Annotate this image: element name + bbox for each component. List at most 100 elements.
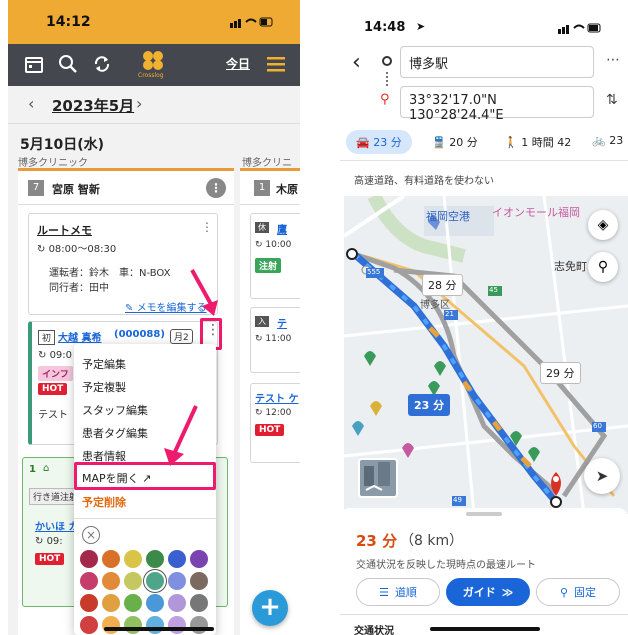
color-swatch[interactable] — [146, 572, 164, 590]
card-2-name[interactable]: テ — [277, 315, 287, 330]
color-swatch[interactable] — [124, 572, 142, 590]
memo-driver: 運転者：鈴木 車：N-BOX — [49, 268, 171, 279]
menu-item-edit-schedule[interactable]: 予定編集 — [82, 356, 126, 372]
layers-icon[interactable]: ◈ — [588, 210, 618, 240]
destination-pin-icon: ⚲ — [380, 92, 390, 107]
map-label-shime: 志免町 — [554, 260, 587, 273]
alt-route-bubble-1[interactable]: 28 分 — [422, 274, 463, 296]
memo-more-icon[interactable]: ⋮ — [201, 220, 213, 234]
pin-icon: ⚲ — [559, 585, 569, 599]
card-1-time-text: 10:00 — [265, 240, 292, 250]
color-swatch[interactable] — [168, 572, 186, 590]
mode-car[interactable]: 🚘 23 分 — [356, 134, 402, 150]
color-swatch[interactable] — [102, 572, 120, 590]
hamburger-menu-icon[interactable] — [264, 52, 288, 76]
guide-button[interactable]: ガイド ≫ — [446, 578, 530, 606]
refresh-icon[interactable] — [90, 52, 114, 76]
color-swatch[interactable] — [80, 550, 98, 568]
menu-item-delete[interactable]: 予定削除 — [82, 494, 126, 510]
card-2-time: ↻ 11:00 — [255, 334, 292, 344]
color-swatch[interactable] — [146, 594, 164, 612]
back-button[interactable]: ‹ — [352, 50, 361, 75]
calendar-icon[interactable] — [22, 52, 46, 76]
map-search-icon[interactable]: ⚲ — [588, 252, 618, 282]
color-swatch[interactable] — [168, 616, 186, 634]
swap-icon[interactable]: ⇅ — [606, 92, 618, 108]
alt-route-bubble-2[interactable]: 29 分 — [540, 362, 581, 384]
color-swatch[interactable] — [80, 572, 98, 590]
mode-bike[interactable]: 🚲 23 — [592, 134, 623, 147]
color-swatch[interactable] — [102, 550, 120, 568]
color-swatch[interactable] — [124, 616, 142, 634]
column-2-card-1[interactable]: 休 鷹 ↻ 10:00 注射 — [250, 213, 300, 299]
context-menu: 予定編集 予定複製 スタッフ編集 患者タグ編集 患者情報 MAPを開く ↗ 予定… — [74, 344, 216, 635]
map-label-airport: 福岡空港 — [426, 210, 470, 223]
color-swatch[interactable] — [146, 550, 164, 568]
menu-item-edit-tags[interactable]: 患者タグ編集 — [82, 425, 148, 441]
color-swatch[interactable] — [190, 616, 208, 634]
memo-companion: 同行者：田中 — [49, 283, 109, 294]
close-palette-icon[interactable]: × — [82, 526, 100, 544]
origin-input[interactable]: 博多駅 — [400, 46, 594, 78]
destination-input[interactable]: 33°32'17.0"N 130°28'24.4"E — [400, 86, 594, 123]
color-swatch[interactable] — [190, 594, 208, 612]
today-button[interactable]: 今日 — [226, 55, 250, 72]
next-month-button[interactable]: › — [136, 94, 142, 113]
column-2-card-2[interactable]: 入 テ ↻ 11:00 — [250, 307, 300, 373]
memo-time: ↻ 08:00〜08:30 — [37, 244, 117, 255]
double-chevron-icon: ≫ — [501, 585, 514, 599]
patient-id: (000088) — [114, 329, 165, 340]
card-1-name[interactable]: 鷹 — [277, 221, 287, 236]
color-swatch[interactable] — [146, 616, 164, 634]
route-duration: 23 分 — [356, 532, 398, 550]
mode-train[interactable]: 🚆 20 分 — [432, 134, 478, 150]
color-swatch[interactable] — [80, 616, 98, 634]
recenter-icon[interactable]: ➤ — [584, 458, 620, 494]
add-fab-button[interactable]: + — [252, 590, 288, 626]
card-3-tag: HOT — [255, 424, 285, 436]
steps-button[interactable]: ☰ 道順 — [356, 578, 440, 606]
card-3-time: ↻ 12:00 — [255, 408, 292, 418]
menu-item-duplicate[interactable]: 予定複製 — [82, 379, 126, 395]
search-icon[interactable] — [56, 52, 80, 76]
color-swatch[interactable] — [80, 594, 98, 612]
route-map[interactable]: 福岡空港 イオンモール福岡 志免町 博多区 555 45 21 60 49 28… — [344, 196, 628, 514]
route-memo-title[interactable]: ルートメモ — [37, 222, 92, 238]
menu-item-edit-staff[interactable]: スタッフ編集 — [82, 402, 148, 418]
menu-item-open-map[interactable]: MAPを開く ↗ — [82, 470, 151, 486]
more-options-icon[interactable]: ⋯ — [606, 52, 620, 68]
map-label-60: 60 — [593, 422, 602, 430]
origin-dot-icon — [382, 56, 392, 66]
route-note: 交通状況を反映した現時点の最速ルート — [356, 560, 536, 571]
color-swatch[interactable] — [124, 594, 142, 612]
next-patient-name[interactable]: かいほ カ — [35, 518, 78, 533]
color-swatch[interactable] — [102, 616, 120, 634]
patient-time: ↻ 09:0 — [38, 350, 73, 361]
pin-button[interactable]: ⚲ 固定 — [536, 578, 620, 606]
main-route-bubble[interactable]: 23 分 — [408, 394, 451, 416]
color-swatch[interactable] — [168, 550, 186, 568]
street-view-thumbnail[interactable] — [358, 458, 398, 498]
month-label[interactable]: 2023年5月 — [52, 95, 134, 116]
column-more-icon[interactable]: ⋮ — [206, 178, 226, 198]
staff-2-name: 木原 — [276, 183, 298, 196]
open-map-label[interactable]: MAPを開く — [82, 472, 139, 485]
card-3-name[interactable]: テスト ケ — [255, 390, 298, 405]
color-swatch[interactable] — [168, 594, 186, 612]
clinic-name-2: 博多クリニ — [242, 158, 292, 169]
route-options[interactable]: 高速道路、有料道路を使わない — [354, 172, 494, 187]
color-swatch[interactable] — [124, 550, 142, 568]
pink-arrow-1 — [190, 269, 218, 316]
patient-more-icon[interactable]: ⋮ — [206, 322, 220, 338]
sheet-handle[interactable] — [466, 512, 502, 516]
mode-walk[interactable]: 🚶 1 時間 42 — [504, 134, 571, 150]
patient-name[interactable]: 大越 真希 — [58, 329, 101, 344]
prev-month-button[interactable]: ‹ — [28, 94, 34, 113]
color-swatch[interactable] — [190, 572, 208, 590]
column-2-card-3[interactable]: テスト ケ ↻ 12:00 HOT — [250, 383, 300, 463]
memo-time-text: 08:00〜08:30 — [48, 244, 117, 255]
color-swatch[interactable] — [102, 594, 120, 612]
map-label-hakata: 博多区 — [420, 300, 450, 311]
route-connector — [386, 72, 388, 86]
color-swatch[interactable] — [190, 550, 208, 568]
